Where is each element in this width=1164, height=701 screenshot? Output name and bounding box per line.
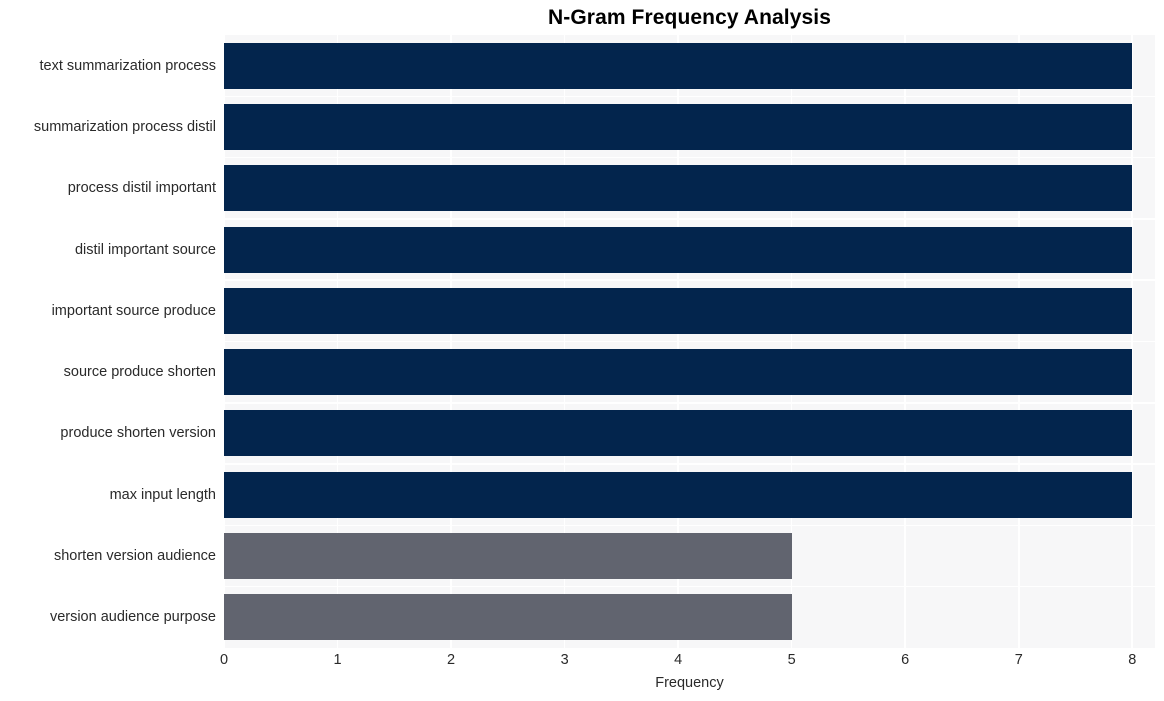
x-axis-tick-label: 3: [560, 652, 569, 668]
x-axis-tick-label: 5: [787, 652, 796, 668]
y-axis-tick-label: important source produce: [51, 302, 216, 319]
chart-figure: N-Gram Frequency Analysis text summariza…: [0, 0, 1164, 701]
gridline-y-5: [224, 340, 1155, 343]
bar[interactable]: [224, 410, 1133, 457]
y-axis-tick-label: source produce shorten: [63, 364, 216, 381]
y-axis-tick-label: distil important source: [74, 241, 216, 258]
y-axis-tick-label: shorten version audience: [53, 548, 216, 565]
y-axis-tick-label: summarization process distil: [33, 118, 216, 135]
plot-area: [224, 35, 1155, 648]
gridline-y-7: [224, 463, 1155, 465]
x-axis-title: Frequency: [655, 675, 724, 691]
bar[interactable]: [224, 471, 1133, 518]
bar[interactable]: [224, 594, 792, 641]
bar[interactable]: [224, 287, 1133, 334]
x-axis-tick-label: 2: [447, 652, 456, 668]
y-axis-tick-label: version audience purpose: [49, 609, 216, 626]
y-axis-tick-label: produce shorten version: [60, 425, 216, 442]
gridline-y-4: [224, 279, 1155, 281]
bar[interactable]: [224, 226, 1133, 273]
x-axis-tick-label: 1: [333, 652, 342, 668]
bar[interactable]: [224, 533, 792, 580]
y-axis-tick-label: max input length: [109, 486, 216, 503]
x-axis-tick-label: 7: [1014, 652, 1023, 668]
x-axis-tick-label: 0: [219, 652, 229, 668]
gridline-y-9: [224, 585, 1155, 588]
gridline-y-8: [224, 524, 1155, 527]
bar[interactable]: [224, 42, 1133, 89]
gridline-y-2: [224, 156, 1155, 159]
x-axis-tick-label: 4: [674, 652, 683, 668]
y-axis-tick-label: process distil important: [67, 180, 216, 197]
x-axis-tick-label: 6: [901, 652, 910, 668]
bar[interactable]: [224, 165, 1133, 212]
gridline-y-6: [224, 402, 1155, 404]
y-axis-tick-labels: text summarization process summarization …: [0, 35, 216, 648]
chart-title: N-Gram Frequency Analysis: [548, 6, 831, 29]
bar[interactable]: [224, 349, 1133, 396]
y-axis-tick-label: text summarization process: [39, 57, 216, 74]
bar[interactable]: [224, 103, 1133, 150]
x-axis-tick-label: 8: [1128, 652, 1137, 668]
x-axis-tick-labels: 0 1 2 3 4 5 6 7 8: [0, 650, 1164, 672]
gridline-y-1: [224, 95, 1155, 98]
gridline-y-3: [224, 218, 1155, 220]
